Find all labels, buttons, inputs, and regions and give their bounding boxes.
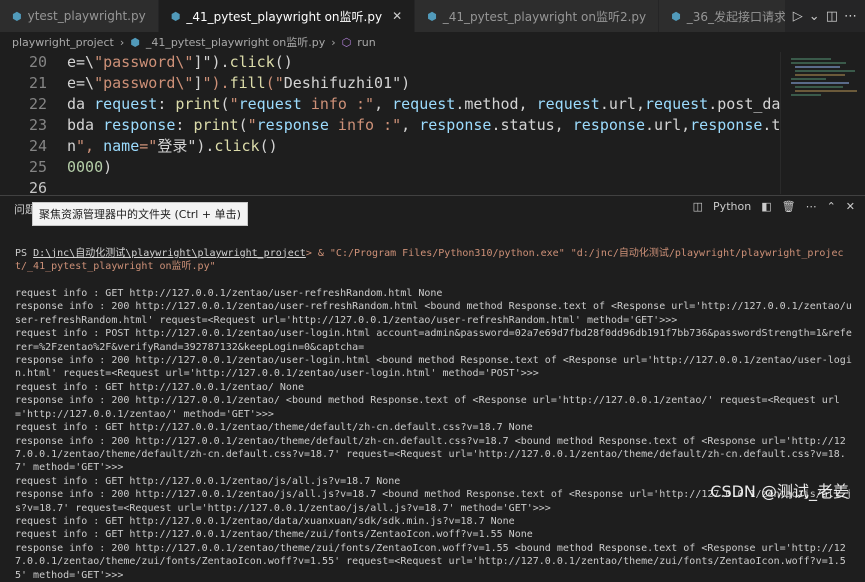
code-text: bda response: print("response info :", r… [67,116,808,134]
terminal-line: request info : GET http://127.0.0.1/zent… [15,529,533,541]
tab-1[interactable]: ⬢ _41_pytest_playwright on监听.py ✕ [158,0,416,32]
python-file-icon: ⬢ [130,35,140,49]
code-editor[interactable]: 20 e=\"password\"]").click() 21 e=\"passwor… [0,52,808,197]
terminal-line: request info : GET http://127.0.0.1/zent… [15,288,443,300]
breadcrumb-symbol[interactable]: run [357,36,375,49]
terminal-line: request info : POST http://127.0.0.1/zen… [15,328,852,353]
tab-label: _41_pytest_playwright on监听.py [186,9,383,24]
code-line: 25 0000) [0,157,780,178]
terminal-line: response info : 200 http://127.0.0.1/zen… [15,355,852,380]
watermark: CSDN @测试_老姜 [710,482,849,501]
split-terminal-icon[interactable]: ◧ [761,200,771,213]
code-text: e=\"password\"]").click() [67,53,293,71]
terminal-line: request info : GET http://127.0.0.1/zent… [15,515,515,527]
breadcrumb-file[interactable]: _41_pytest_playwright on监听.py [146,34,325,50]
chevron-right-icon: › [119,35,125,49]
chevron-up-icon[interactable]: ⌃ [827,200,836,213]
python-file-icon: ⬢ [427,9,437,23]
python-file-icon: ⬢ [170,9,181,23]
terminal-actions: ◫ Python ◧ 🗑 ⋯ ⌃ ✕ [693,200,855,213]
terminal-split-icon[interactable]: ◫ [693,200,703,213]
code-text: 0000) [67,158,113,176]
run-icon[interactable]: ▷ [793,9,803,24]
code-line: 20 e=\"password\"]").click() [0,52,780,73]
line-number: 20 [28,53,47,71]
prompt: PS [15,247,34,259]
code-text: da request: print("request info :", requ… [67,95,808,113]
trash-icon[interactable]: 🗑 [782,200,796,213]
breadcrumb: playwright_project › ⬢ _41_pytest_playwr… [0,32,865,52]
terminal-line: response info : 200 http://127.0.0.1/zen… [15,435,846,474]
terminal-line: request info : GET http://127.0.0.1/zent… [15,381,304,393]
close-tab-icon[interactable]: ✕ [392,9,402,23]
terminal-line: response info : 200 http://127.0.0.1/zen… [15,301,852,326]
editor-tab-bar: ⬢ ytest_playwright.py ⬢ _41_pytest_playwrig… [0,0,865,32]
line-number: 24 [28,137,47,155]
function-icon: ⬡ [341,35,352,49]
line-number: 22 [28,95,47,113]
split-editor-icon[interactable]: ◫ [826,9,838,24]
python-shell-label[interactable]: Python [713,200,751,213]
terminal-path-link[interactable]: D:\jnc\自动化测试\playwright\playwright_proje… [33,248,306,259]
chevron-down-icon[interactable]: ⌄ [809,9,820,24]
line-number: 21 [28,74,47,92]
terminal-line: request info : GET http://127.0.0.1/zent… [15,422,533,434]
line-number: 23 [28,116,47,134]
tab-0[interactable]: ⬢ ytest_playwright.py [0,0,159,32]
line-number: 25 [28,158,47,176]
breadcrumb-folder[interactable]: playwright_project [12,36,114,49]
terminal-line: response info : 200 http://127.0.0.1/zen… [15,542,846,581]
tab-2[interactable]: ⬢ _41_pytest_playwright on监听2.py [415,0,660,32]
tab-label: _41_pytest_playwright on监听2.py [442,9,647,24]
terminal-line: response info : 200 http://127.0.0.1/zen… [15,395,840,420]
more-icon[interactable]: ⋯ [844,9,857,24]
code-line: 21 e=\"password\"]").fill("Deshifuzhi01") [0,73,780,94]
close-icon[interactable]: ✕ [846,200,855,213]
code-text: n", name="登录").click() [67,137,278,155]
editor-actions: ▷ ⌄ ◫ ⋯ [784,0,865,32]
terminal-output[interactable]: PS D:\jnc\自动化测试\playwright\playwright_pr… [15,220,855,582]
code-line: 22 da request: print("request info :", re… [0,94,808,115]
python-file-icon: ⬢ [12,9,22,23]
tab-label: ytest_playwright.py [27,9,146,23]
code-text: e=\"password\"]").fill("Deshifuzhi01") [67,74,411,92]
more-icon[interactable]: ⋯ [806,200,817,213]
python-file-icon: ⬢ [671,9,681,23]
chevron-right-icon: › [331,35,336,49]
terminal-command-line: PS D:\jnc\自动化测试\playwright\playwright_pr… [15,247,855,274]
code-line: 23 bda response: print("response info :",… [0,115,808,136]
minimap[interactable] [780,52,865,194]
code-line: 24 n", name="登录").click() [0,136,780,157]
